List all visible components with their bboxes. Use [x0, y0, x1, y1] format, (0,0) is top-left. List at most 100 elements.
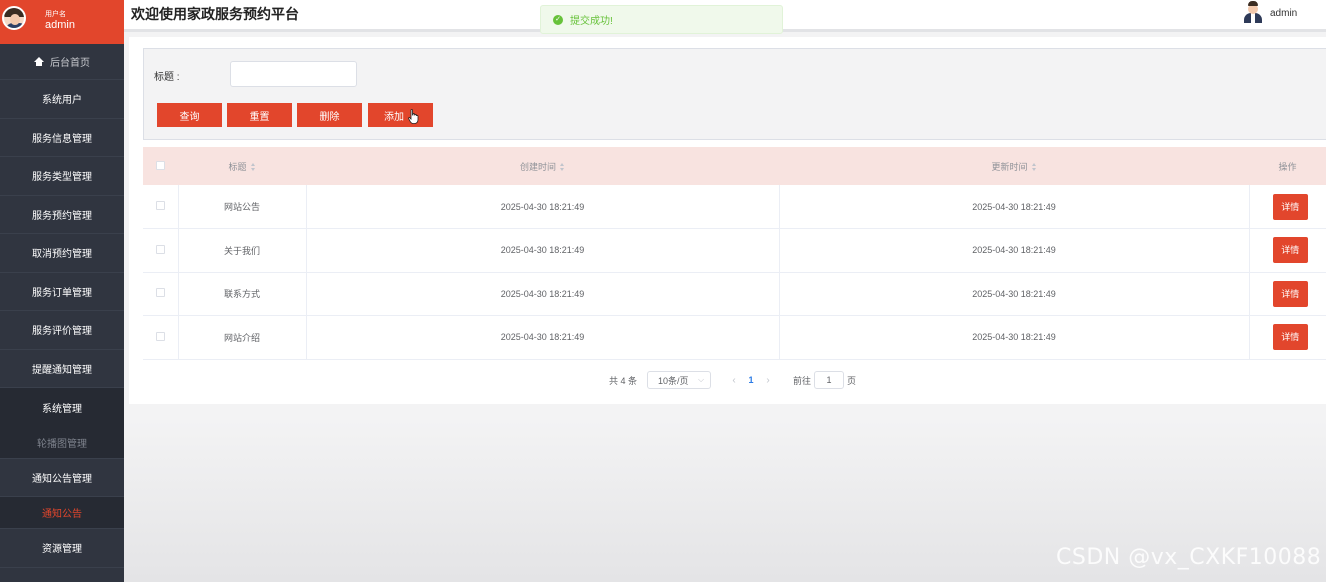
title-search-input[interactable] [230, 61, 357, 87]
query-button[interactable]: 查询 [157, 103, 222, 127]
sidebar-item-label: 资源管理 [42, 544, 82, 556]
title-field-label: 标题 : [154, 72, 180, 83]
table-row: 联系方式 2025-04-30 18:21:49 2025-04-30 18:2… [143, 272, 1326, 316]
cell-updated: 2025-04-30 18:21:49 [779, 185, 1250, 229]
select-all-checkbox[interactable] [156, 160, 165, 170]
column-header-title[interactable]: 标题 [178, 147, 306, 185]
column-header-label: 标题 [228, 161, 247, 172]
sidebar-item-resources[interactable]: 资源管理 [0, 529, 124, 568]
avatar[interactable] [1243, 1, 1263, 23]
sort-icon[interactable] [560, 162, 565, 172]
column-header-updated[interactable]: 更新时间 [779, 147, 1249, 185]
success-check-icon: ✓ [553, 14, 563, 25]
add-button-label: 添加 [384, 111, 404, 123]
sidebar-item-label: 服务类型管理 [32, 172, 92, 184]
column-header-label: 创建时间 [519, 161, 556, 172]
cell-updated: 2025-04-30 18:21:49 [779, 315, 1250, 359]
search-form: 标题 : 查询 重置 删除 添加 [143, 48, 1326, 140]
sidebar-item-label: 提醒通知管理 [32, 364, 92, 376]
sidebar-item-service-orders[interactable]: 服务订单管理 [0, 273, 124, 311]
cell-title: 关于我们 [178, 228, 307, 272]
sidebar-item-reminders[interactable]: 提醒通知管理 [0, 350, 124, 388]
detail-button[interactable]: 详情 [1272, 324, 1308, 351]
detail-button[interactable]: 详情 [1272, 193, 1308, 220]
chevron-down-icon: ⌵ [697, 375, 705, 384]
prev-page-button[interactable]: ‹ [723, 375, 745, 386]
cell-created: 2025-04-30 18:21:49 [306, 228, 780, 272]
sort-icon[interactable] [1031, 162, 1037, 172]
cell-title: 联系方式 [178, 272, 307, 316]
row-checkbox[interactable] [155, 244, 165, 254]
success-toast: ✓ 提交成功! [540, 5, 783, 34]
watermark: CSDN @vx_CXKF10088 [1056, 545, 1322, 570]
cell-updated: 2025-04-30 18:21:49 [779, 228, 1250, 272]
sidebar-item-label: 服务预约管理 [32, 210, 92, 222]
detail-button[interactable]: 详情 [1272, 280, 1308, 307]
page-number-current[interactable]: 1 [745, 375, 757, 385]
sidebar-item-label: 系统管理 [42, 403, 82, 415]
cell-title: 网站公告 [178, 185, 307, 229]
sidebar-item-label: 轮播图管理 [37, 438, 87, 450]
row-checkbox[interactable] [155, 331, 165, 341]
pagination-total: 共 4 条 [609, 375, 638, 386]
page-size-value: 10条/页 [658, 375, 689, 386]
pagination: 共 4 条 10条/页 ⌵ ‹ 1 › 前往 1 页 [609, 371, 856, 389]
sidebar-item-service-booking[interactable]: 服务预约管理 [0, 196, 124, 234]
detail-button[interactable]: 详情 [1272, 237, 1308, 264]
hand-cursor-icon [408, 109, 419, 124]
page-size-select[interactable]: 10条/页 ⌵ [647, 371, 712, 389]
sidebar-item-label: 通知公告 [42, 509, 82, 520]
sidebar-item-service-info[interactable]: 服务信息管理 [0, 119, 124, 157]
row-checkbox[interactable] [155, 201, 165, 210]
sort-icon[interactable] [250, 162, 256, 172]
table-header-row: 标题 创建时间 更新时间 操作 [143, 147, 1326, 185]
avatar[interactable] [2, 6, 26, 30]
cell-updated: 2025-04-30 18:21:49 [779, 272, 1250, 316]
goto-label: 前往 [793, 375, 812, 386]
column-header-action: 操作 [1249, 147, 1326, 185]
next-page-button[interactable]: › [757, 375, 779, 386]
sidebar-item-cancel-booking[interactable]: 取消预约管理 [0, 234, 124, 273]
goto-page-input[interactable]: 1 [814, 371, 845, 389]
content-panel: 标题 : 查询 重置 删除 添加 标题 创建时间 更新时间 操作 网站公告 20… [129, 37, 1326, 404]
row-select-cell [143, 185, 179, 229]
add-button[interactable]: 添加 [368, 103, 433, 127]
sidebar-item-label: 后台首页 [50, 58, 90, 69]
row-select-cell [143, 315, 179, 359]
cell-action: 详情 [1249, 272, 1326, 316]
sidebar-item-label: 通知公告管理 [32, 473, 92, 485]
sidebar-user-header: 用户名 admin [0, 0, 124, 44]
delete-button[interactable]: 删除 [297, 103, 362, 127]
sidebar-item-system-users[interactable]: 系统用户 [0, 80, 124, 119]
cell-created: 2025-04-30 18:21:49 [306, 315, 780, 359]
sidebar-item-system-management[interactable]: 系统管理 [0, 388, 124, 427]
reset-button[interactable]: 重置 [227, 103, 292, 127]
home-icon [34, 57, 44, 66]
sidebar-item-notice-management[interactable]: 通知公告管理 [0, 459, 124, 497]
page-unit-label: 页 [847, 375, 857, 386]
table-row: 关于我们 2025-04-30 18:21:49 2025-04-30 18:2… [143, 228, 1326, 272]
toast-message: 提交成功! [570, 16, 613, 27]
data-table: 标题 创建时间 更新时间 操作 网站公告 2025-04-30 18:21:49… [143, 147, 1326, 360]
sidebar-item-home[interactable]: 后台首页 [0, 44, 124, 80]
row-select-cell [143, 228, 179, 272]
table-row: 网站介绍 2025-04-30 18:21:49 2025-04-30 18:2… [143, 315, 1326, 360]
header-user-name[interactable]: admin [1270, 8, 1297, 19]
cell-title: 网站介绍 [178, 315, 307, 359]
cell-action: 详情 [1249, 185, 1326, 229]
cell-action: 详情 [1249, 316, 1326, 360]
select-all-cell [143, 147, 178, 185]
sidebar-item-label: 服务信息管理 [32, 133, 92, 145]
sidebar-item-label: 系统用户 [42, 95, 82, 107]
row-checkbox[interactable] [155, 288, 165, 298]
page-title: 欢迎使用家政服务预约平台 [131, 6, 299, 22]
column-header-created[interactable]: 创建时间 [306, 147, 779, 185]
user-caption: 用户名 [45, 11, 66, 18]
cell-created: 2025-04-30 18:21:49 [306, 185, 780, 229]
user-name: admin [45, 19, 75, 31]
sidebar-subitem-carousel[interactable]: 轮播图管理 [0, 426, 124, 459]
sidebar-subitem-notice[interactable]: 通知公告 [0, 497, 124, 529]
sidebar-item-service-type[interactable]: 服务类型管理 [0, 157, 124, 196]
cell-created: 2025-04-30 18:21:49 [306, 272, 780, 316]
sidebar-item-service-reviews[interactable]: 服务评价管理 [0, 311, 124, 350]
